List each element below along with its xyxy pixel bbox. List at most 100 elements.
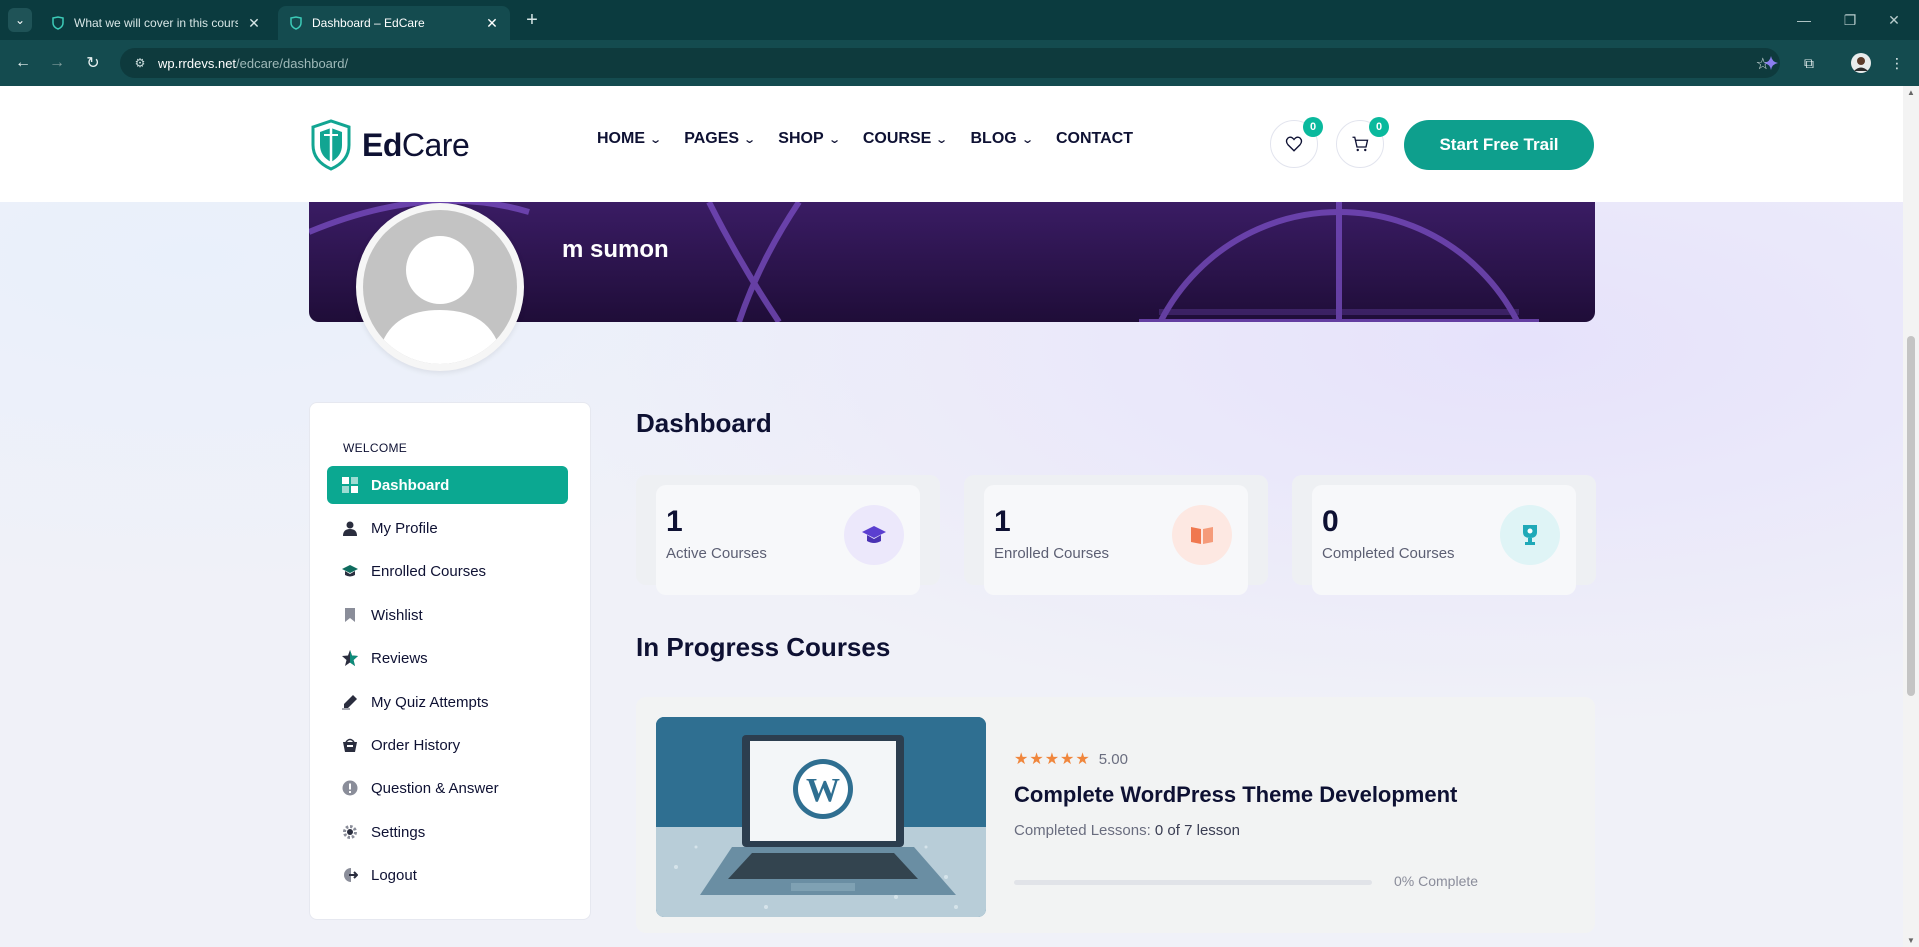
back-icon[interactable]: ← bbox=[10, 50, 36, 76]
logo-text-regular: Care bbox=[401, 126, 470, 163]
chevron-down-icon: ⌄ bbox=[827, 133, 841, 146]
stat-value: 1 bbox=[994, 505, 1011, 538]
wishlist-count-badge: 0 bbox=[1303, 117, 1323, 137]
edcare-favicon bbox=[288, 15, 304, 31]
page-scrollbar[interactable]: ▲ ▼ bbox=[1903, 86, 1919, 947]
chevron-down-icon: ⌄ bbox=[1020, 133, 1034, 146]
edcare-favicon bbox=[50, 15, 66, 31]
browser-tab-course[interactable]: What we will cover in this cours ✕ bbox=[40, 6, 272, 40]
scroll-down-icon[interactable]: ▼ bbox=[1906, 936, 1916, 945]
sidebar-item-order-history[interactable]: Order History bbox=[327, 726, 568, 764]
address-bar[interactable]: ⚙ wp.rrdevs.net/edcare/dashboard/ ☆ bbox=[120, 48, 1780, 78]
dashboard-heading: Dashboard bbox=[636, 408, 772, 438]
stat-card-inner: 1 Active Courses bbox=[656, 485, 920, 595]
cart-button[interactable]: 0 bbox=[1336, 117, 1389, 168]
nav-contact[interactable]: CONTACT bbox=[1056, 130, 1133, 148]
nav-pages[interactable]: PAGES ⌄ bbox=[684, 130, 756, 148]
extension-gemini-icon[interactable] bbox=[1760, 52, 1782, 74]
stat-card-inner: 0 Completed Courses bbox=[1312, 485, 1576, 595]
course-title-link[interactable]: Complete WordPress Theme Development bbox=[1014, 782, 1457, 808]
nav-blog[interactable]: BLOG ⌄ bbox=[970, 130, 1034, 148]
wishlist-button[interactable]: 0 bbox=[1270, 117, 1323, 168]
site-logo[interactable]: EdCare bbox=[310, 119, 470, 171]
laptop-wordpress-image: W bbox=[656, 717, 986, 917]
chevron-down-icon: ⌄ bbox=[649, 133, 663, 146]
sidebar-item-label: Enrolled Courses bbox=[371, 562, 487, 580]
tab-title: What we will cover in this cours bbox=[74, 16, 238, 30]
stat-label: Active Courses bbox=[666, 545, 767, 562]
completed-lessons: Completed Lessons: 0 of 7 lesson bbox=[1014, 822, 1240, 839]
tab-search-button[interactable]: ⌄ bbox=[8, 8, 32, 32]
gear-icon bbox=[341, 823, 359, 841]
sidebar-item-label: Settings bbox=[371, 823, 426, 841]
default-avatar-icon bbox=[363, 210, 517, 364]
nav-home[interactable]: HOME ⌄ bbox=[597, 130, 663, 148]
page-viewport: EdCare HOME ⌄ PAGES ⌄ SHOP ⌄ COURSE ⌄ BLOG ⌄ … bbox=[0, 86, 1903, 947]
course-thumbnail[interactable]: W bbox=[656, 717, 986, 917]
graduation-cap-icon bbox=[341, 562, 359, 580]
restore-icon[interactable]: ❐ bbox=[1830, 8, 1870, 32]
browser-toolbar: ← → ↻ ⚙ wp.rrdevs.net/edcare/dashboard/ … bbox=[0, 40, 1919, 86]
window-close-icon[interactable]: ✕ bbox=[1874, 8, 1914, 32]
stat-card-inner: 1 Enrolled Courses bbox=[984, 485, 1248, 595]
start-free-trial-button[interactable]: Start Free Trail bbox=[1404, 120, 1594, 170]
star-icon bbox=[341, 649, 359, 667]
bookmark-icon bbox=[341, 606, 359, 624]
basket-icon bbox=[341, 736, 359, 754]
sidebar-item-quiz-attempts[interactable]: My Quiz Attempts bbox=[327, 683, 568, 721]
sidebar-section-label: WELCOME bbox=[343, 441, 408, 455]
stat-value: 1 bbox=[666, 505, 683, 538]
nav-course-label: COURSE bbox=[862, 130, 932, 147]
browser-menu-icon[interactable]: ⋮ bbox=[1886, 52, 1908, 74]
nav-blog-label: BLOG bbox=[970, 130, 1017, 147]
user-avatar[interactable] bbox=[356, 203, 524, 371]
stat-label: Completed Courses bbox=[1322, 545, 1455, 562]
extensions-puzzle-icon[interactable]: ⧉ bbox=[1798, 52, 1820, 74]
reload-icon[interactable]: ↻ bbox=[80, 50, 106, 76]
course-progress-bar bbox=[1014, 880, 1372, 885]
nav-contact-label: CONTACT bbox=[1055, 130, 1133, 147]
scroll-up-icon[interactable]: ▲ bbox=[1906, 88, 1916, 97]
browser-tab-dashboard[interactable]: Dashboard – EdCare ✕ bbox=[278, 6, 510, 40]
forward-icon[interactable]: → bbox=[44, 50, 70, 76]
sidebar-item-label: Question & Answer bbox=[371, 779, 499, 797]
sidebar-item-label: Wishlist bbox=[371, 606, 423, 624]
sidebar-item-wishlist[interactable]: Wishlist bbox=[327, 596, 568, 634]
url-path: /edcare/dashboard/ bbox=[236, 55, 349, 71]
new-tab-button[interactable]: + bbox=[520, 8, 544, 32]
url-host: wp.rrdevs.net bbox=[158, 55, 237, 71]
completed-lessons-label: Completed Lessons: bbox=[1014, 822, 1151, 839]
edcare-logo-icon bbox=[311, 119, 351, 171]
sidebar-item-dashboard[interactable]: Dashboard bbox=[327, 466, 568, 504]
sidebar-item-label: Reviews bbox=[371, 649, 428, 667]
sidebar-item-label: Dashboard bbox=[371, 476, 450, 494]
trophy-icon bbox=[1500, 505, 1560, 565]
rating-stars-icon: ★★★★★ bbox=[1014, 751, 1091, 768]
user-icon bbox=[341, 519, 359, 537]
completed-lessons-value: 0 of 7 lesson bbox=[1154, 822, 1240, 839]
profile-avatar[interactable] bbox=[1850, 52, 1872, 74]
scrollbar-thumb[interactable] bbox=[1907, 336, 1915, 696]
sidebar-item-my-profile[interactable]: My Profile bbox=[327, 509, 568, 547]
nav-shop[interactable]: SHOP ⌄ bbox=[778, 130, 841, 148]
logo-text: EdCare bbox=[362, 126, 470, 164]
in-progress-heading: In Progress Courses bbox=[636, 632, 891, 662]
dashboard-sidebar: WELCOME Dashboard My Profile Enrolled Co… bbox=[309, 402, 591, 920]
quiz-pen-icon bbox=[341, 693, 359, 711]
sidebar-item-reviews[interactable]: Reviews bbox=[327, 639, 568, 677]
heart-icon bbox=[1285, 136, 1303, 152]
nav-shop-label: SHOP bbox=[778, 130, 824, 147]
close-tab-icon[interactable]: ✕ bbox=[484, 15, 500, 32]
close-tab-icon[interactable]: ✕ bbox=[246, 15, 262, 32]
minimize-icon[interactable]: — bbox=[1784, 8, 1824, 32]
site-settings-icon[interactable]: ⚙ bbox=[130, 53, 150, 73]
course-card[interactable]: W ★★★★★ 5.00 Complete WordPress Theme De… bbox=[636, 697, 1595, 933]
profile-name: m sumon bbox=[562, 236, 669, 263]
dashboard-icon bbox=[341, 476, 359, 494]
sidebar-item-question-answer[interactable]: Question & Answer bbox=[327, 769, 568, 807]
graduation-cap-icon bbox=[844, 505, 904, 565]
sidebar-item-settings[interactable]: Settings bbox=[327, 813, 568, 851]
nav-course[interactable]: COURSE ⌄ bbox=[862, 130, 949, 148]
sidebar-item-enrolled-courses[interactable]: Enrolled Courses bbox=[327, 552, 568, 590]
sidebar-item-logout[interactable]: Logout bbox=[327, 856, 568, 894]
